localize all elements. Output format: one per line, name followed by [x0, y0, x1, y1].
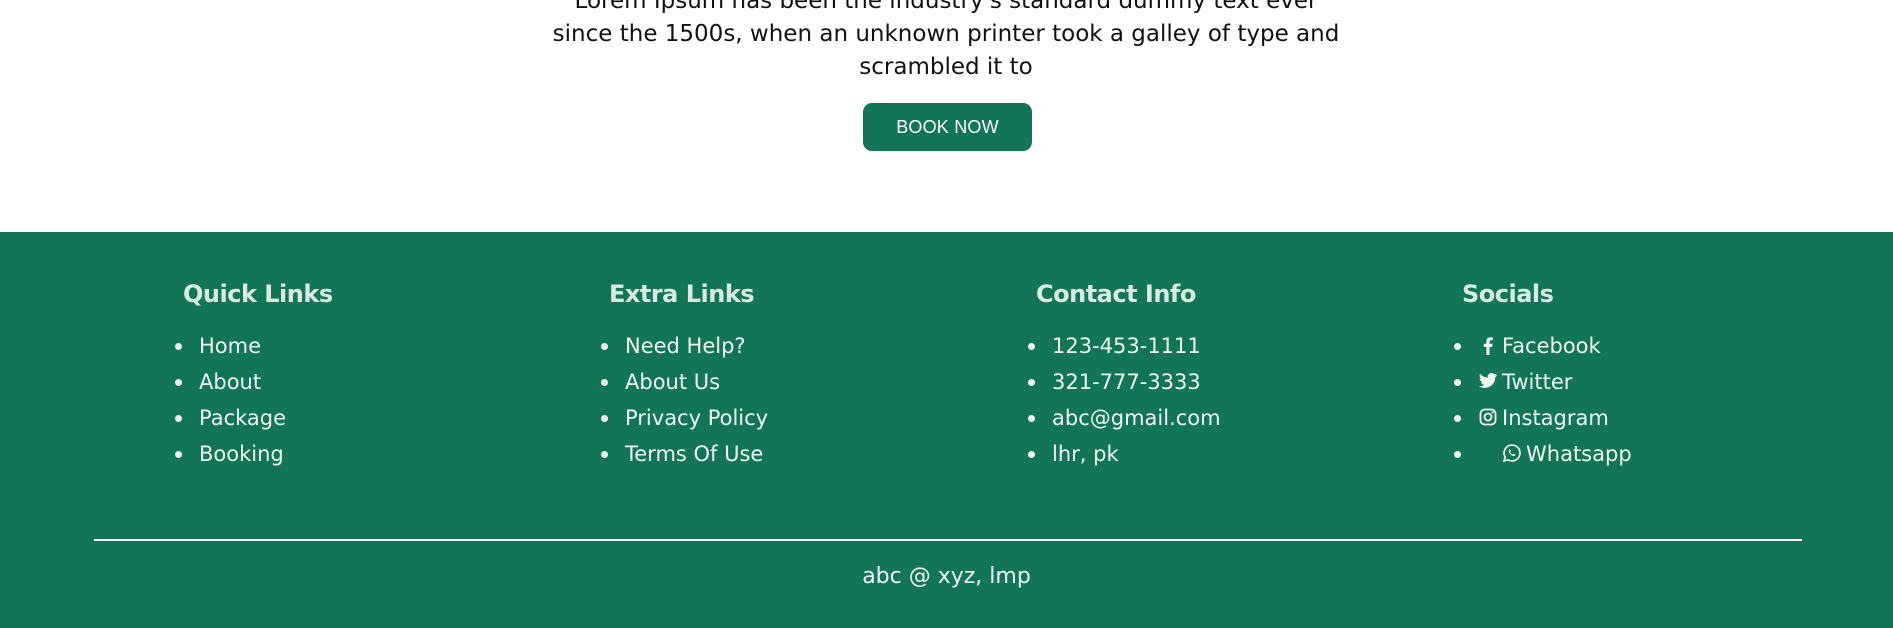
list-item: 123-453-1111: [1028, 328, 1221, 364]
socials-heading: Socials: [1462, 280, 1554, 308]
extra-link-about-us[interactable]: About Us: [625, 370, 720, 394]
contact-email[interactable]: abc@gmail.com: [1052, 406, 1221, 430]
site-footer: Quick Links Home About Package Booking E…: [0, 232, 1893, 628]
extra-link-terms-of-use[interactable]: Terms Of Use: [625, 442, 763, 466]
quick-link-about[interactable]: About: [199, 370, 261, 394]
extra-links-list: Need Help? About Us Privacy Policy Terms…: [600, 328, 768, 472]
quick-link-package[interactable]: Package: [199, 406, 286, 430]
list-item: Need Help?: [600, 328, 768, 364]
list-item: About: [175, 364, 333, 400]
social-link-whatsapp[interactable]: Whatsapp: [1502, 442, 1632, 466]
contact-info-list: 123-453-1111 321-777-3333 abc@gmail.com …: [1028, 328, 1221, 472]
twitter-icon: [1478, 371, 1498, 391]
quick-links-column: Quick Links Home About Package Booking: [175, 280, 333, 472]
list-item: Terms Of Use: [600, 436, 768, 472]
quick-links-heading: Quick Links: [183, 280, 333, 308]
whatsapp-icon: [1502, 443, 1522, 463]
list-item: Privacy Policy: [600, 400, 768, 436]
extra-links-heading: Extra Links: [609, 280, 755, 308]
list-item: Home: [175, 328, 333, 364]
social-label: Whatsapp: [1526, 442, 1632, 466]
hero-section: Lorem Ipsum has been the industry's stan…: [0, 0, 1893, 232]
contact-phone-2[interactable]: 321-777-3333: [1052, 370, 1201, 394]
list-item: 321-777-3333: [1028, 364, 1221, 400]
social-link-twitter[interactable]: Twitter: [1478, 370, 1572, 394]
list-item: Facebook: [1454, 328, 1632, 364]
facebook-icon: [1478, 335, 1498, 355]
list-item: Package: [175, 400, 333, 436]
social-label: Instagram: [1502, 406, 1609, 430]
footer-divider: [94, 539, 1802, 541]
extra-link-privacy-policy[interactable]: Privacy Policy: [625, 406, 768, 430]
social-label: Facebook: [1502, 334, 1601, 358]
socials-list: Facebook Twitter Instagram Whatsapp: [1454, 328, 1632, 472]
quick-links-list: Home About Package Booking: [175, 328, 333, 472]
extra-links-column: Extra Links Need Help? About Us Privacy …: [600, 280, 768, 472]
list-item: Twitter: [1454, 364, 1632, 400]
list-item: lhr, pk: [1028, 436, 1221, 472]
list-item: Instagram: [1454, 400, 1632, 436]
contact-location[interactable]: lhr, pk: [1052, 442, 1119, 466]
social-label: Twitter: [1502, 370, 1573, 394]
contact-info-column: Contact Info 123-453-1111 321-777-3333 a…: [1028, 280, 1221, 472]
list-item: Booking: [175, 436, 333, 472]
instagram-icon: [1478, 407, 1498, 427]
list-item: Whatsapp: [1454, 436, 1632, 472]
book-now-button[interactable]: BOOK NOW: [863, 103, 1032, 151]
socials-column: Socials Facebook Twitter Instagram Whats…: [1454, 280, 1632, 472]
quick-link-home[interactable]: Home: [199, 334, 261, 358]
list-item: abc@gmail.com: [1028, 400, 1221, 436]
copyright-text: abc @ xyz, lmp: [862, 564, 1031, 589]
hero-description: Lorem Ipsum has been the industry's stan…: [552, 0, 1340, 80]
contact-phone-1[interactable]: 123-453-1111: [1052, 334, 1201, 358]
contact-info-heading: Contact Info: [1036, 280, 1196, 308]
list-item: About Us: [600, 364, 768, 400]
quick-link-booking[interactable]: Booking: [199, 442, 284, 466]
social-link-facebook[interactable]: Facebook: [1478, 334, 1601, 358]
social-link-instagram[interactable]: Instagram: [1478, 406, 1609, 430]
extra-link-need-help[interactable]: Need Help?: [625, 334, 746, 358]
